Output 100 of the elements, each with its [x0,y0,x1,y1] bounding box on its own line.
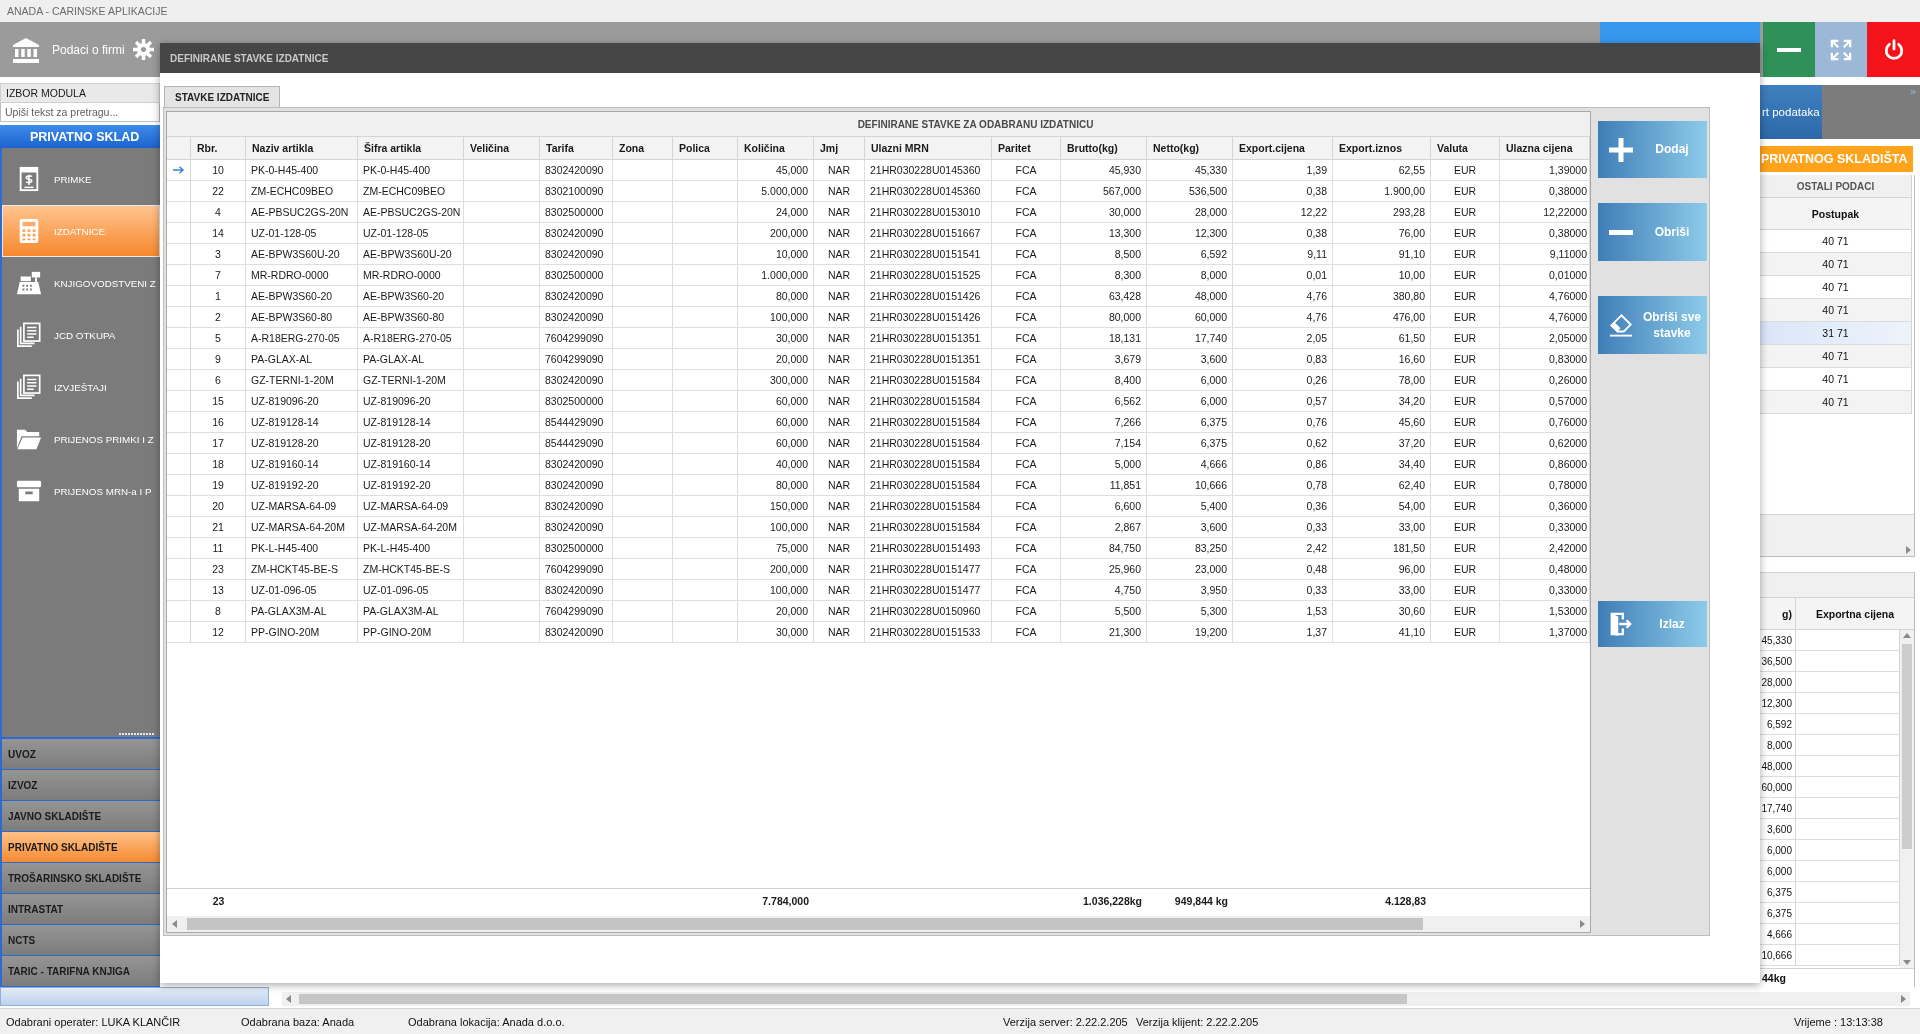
row-header-cell[interactable] [167,601,191,622]
splitter-bar[interactable] [0,987,269,1006]
row-header-cell[interactable] [167,454,191,475]
row-header-cell[interactable] [167,580,191,601]
row-header-cell[interactable] [167,307,191,328]
column-header[interactable]: Naziv artikla [246,137,358,160]
arrow-left-icon[interactable] [172,920,177,928]
table-row[interactable]: 40 71 [1760,230,1912,253]
row-header-cell[interactable] [167,160,191,181]
arrow-right-icon[interactable] [1906,546,1911,554]
header-corner-cell[interactable] [167,137,191,160]
module-item[interactable]: UVOZ [0,739,160,770]
table-row[interactable]: 40 71 [1760,276,1912,299]
module-item[interactable]: JAVNO SKLADIŠTE [0,801,160,832]
archive-box-icon [16,478,42,504]
row-header-cell[interactable] [167,412,191,433]
column-header[interactable]: Exportna cijena [1796,598,1914,629]
column-header[interactable]: Tarifa [540,137,613,160]
arrow-right-icon[interactable] [1901,995,1906,1003]
table-row[interactable]: 40 71 [1760,368,1912,391]
table-cell [673,412,738,433]
column-header[interactable]: Polica [673,137,738,160]
table-row[interactable]: 40 71 [1760,253,1912,276]
row-header-cell[interactable] [167,265,191,286]
column-header[interactable]: Količina [738,137,814,160]
grid-caption: OSTALI PODACI [1760,175,1912,198]
column-header[interactable]: Valuta [1431,137,1500,160]
row-header-cell[interactable] [167,622,191,643]
table-cell: 181,50 [1333,538,1431,559]
row-header-cell[interactable] [167,286,191,307]
column-header[interactable]: Paritet [992,137,1061,160]
row-header-cell[interactable] [167,496,191,517]
scrollbar-thumb[interactable] [299,994,1407,1004]
arrow-right-icon[interactable] [1580,920,1585,928]
scrollbar-thumb[interactable] [1902,644,1912,849]
sidebar-item[interactable]: PRIJENOS PRIMKI I Z [2,413,160,465]
arrow-up-icon[interactable] [1903,633,1911,638]
module-item[interactable]: TROŠARINSKO SKLADIŠTE [0,863,160,894]
row-header-cell[interactable] [167,559,191,580]
table-cell: NAR [814,622,865,643]
module-item[interactable]: TARIC - TARIFNA KNJIGA [0,956,160,987]
table-row[interactable]: 40 71 [1760,345,1912,368]
tab[interactable]: STAVKE IZDATNICE [164,86,281,107]
row-header-cell[interactable] [167,349,191,370]
sidebar-item[interactable]: KNJIGOVODSTVENI Z [2,257,160,309]
module-item[interactable]: PRIVATNO SKLADIŠTE [0,832,160,863]
column-header[interactable]: Veličina [464,137,540,160]
table-row[interactable]: 40 71 [1760,391,1912,414]
row-header-cell[interactable] [167,475,191,496]
column-header[interactable]: Rbr. [191,137,246,160]
table-cell: NAR [814,202,865,223]
column-header[interactable]: Netto(kg) [1147,137,1233,160]
table-cell: 3,600 [1760,819,1796,840]
column-header[interactable]: Export.iznos [1333,137,1431,160]
module-item[interactable]: NCTS [0,925,160,956]
column-header[interactable]: Postupak [1760,198,1912,230]
column-header[interactable]: Jmj [814,137,865,160]
column-header[interactable]: Export.cijena [1233,137,1333,160]
module-item[interactable]: IZVOZ [0,770,160,801]
module-item[interactable]: INTRASTAT [0,894,160,925]
table-row[interactable]: 31 71 [1760,322,1912,345]
row-header-cell[interactable] [167,244,191,265]
table-cell: 1,53000 [1500,601,1590,622]
scrollbar[interactable] [282,992,1910,1006]
scrollbar[interactable] [167,916,1590,932]
sidebar-item[interactable]: PRIMKE [2,153,160,205]
row-header-cell[interactable] [167,370,191,391]
power-button[interactable] [1867,22,1920,77]
row-header-cell[interactable] [167,538,191,559]
table-row[interactable]: 40 71 [1760,299,1912,322]
column-header[interactable]: Zona [613,137,673,160]
panel-button[interactable]: rt podataka [1760,85,1822,139]
fullscreen-button[interactable] [1815,22,1867,77]
table-cell: 21HR030228U0151351 [865,328,992,349]
scrollbar[interactable] [1900,630,1914,968]
column-header[interactable]: Šifra artikla [358,137,464,160]
sidebar-item[interactable]: PRIJENOS MRN-a I P [2,465,160,517]
column-header[interactable]: Brutto(kg) [1061,137,1147,160]
row-header-cell[interactable] [167,328,191,349]
sidebar-item[interactable]: IZVJEŠTAJI [2,361,160,413]
total-cell-text: 1.036,228kg [1082,893,1143,909]
row-header-cell[interactable] [167,202,191,223]
table-cell: 5,400 [1147,496,1233,517]
row-header-cell[interactable] [167,517,191,538]
sidebar-item[interactable]: JCD OTKUPA [2,309,160,361]
minimize-button[interactable] [1763,22,1815,77]
scrollbar[interactable] [1760,544,1914,556]
arrow-down-icon[interactable] [1903,960,1911,965]
arrow-left-icon[interactable] [286,995,291,1003]
column-header[interactable]: g) [1760,598,1796,629]
table-cell [613,328,673,349]
scrollbar-thumb[interactable] [187,918,1423,930]
row-header-cell[interactable] [167,433,191,454]
search-field[interactable]: Upiši tekst za pretragu... [0,103,160,122]
row-header-cell[interactable] [167,181,191,202]
row-header-cell[interactable] [167,223,191,244]
column-header[interactable]: Ulazna cijena [1500,137,1590,160]
column-header[interactable]: Ulazni MRN [865,137,992,160]
row-header-cell[interactable] [167,391,191,412]
gear-icon[interactable] [132,39,154,60]
